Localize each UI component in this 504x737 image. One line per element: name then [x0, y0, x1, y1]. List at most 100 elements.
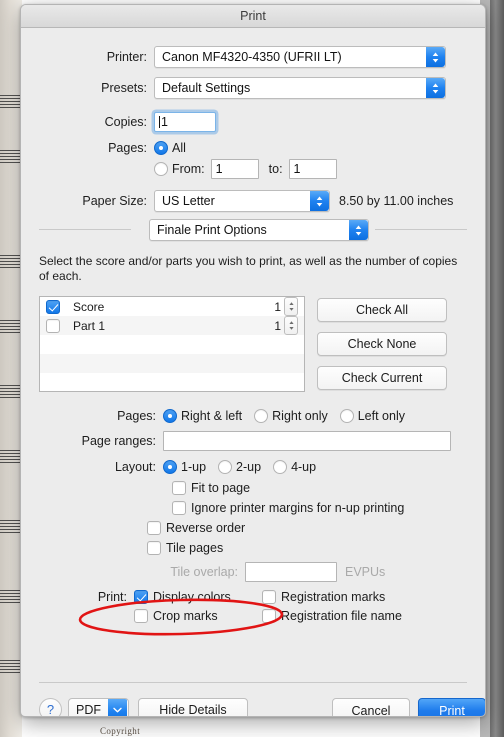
part-copies-stepper[interactable]	[284, 297, 298, 316]
up-down-chevron-icon[interactable]	[426, 47, 445, 67]
printer-row: Printer: Canon MF4320-4350 (UFRII LT)	[21, 46, 485, 68]
pages-to-value: 1	[293, 162, 301, 176]
radio-indicator	[339, 409, 354, 423]
page-sides-label: Pages:	[117, 409, 156, 423]
paper-size-select[interactable]: US Letter	[154, 190, 330, 212]
page-sides-right-left-radio[interactable]: Right & left	[163, 409, 242, 423]
document-scrollbar[interactable]	[490, 0, 504, 737]
chevron-down-icon[interactable]	[108, 699, 127, 716]
hide-details-button[interactable]: Hide Details	[138, 698, 248, 716]
reverse-order-checkbox[interactable]: Reverse order	[147, 521, 245, 535]
page-ranges-input[interactable]	[163, 431, 451, 451]
check-current-label: Check Current	[341, 371, 423, 385]
pages-range-radio[interactable]: From:	[154, 162, 205, 176]
part-checkbox[interactable]	[46, 299, 60, 314]
part-checkbox[interactable]	[46, 318, 60, 333]
check-current-button[interactable]: Check Current	[317, 366, 447, 390]
pages-to-label: to:	[268, 162, 283, 176]
page-sides-option-label: Right & left	[181, 409, 243, 423]
pages-to-input[interactable]: 1	[288, 159, 337, 179]
paper-size-row: Paper Size: US Letter 8.50 by 11.00 inch…	[21, 190, 485, 212]
dialog-footer: ? PDF Hide Details Cancel Print	[21, 682, 485, 717]
staff-lines	[0, 255, 20, 270]
radio-indicator	[218, 460, 233, 474]
checkbox-indicator	[134, 590, 148, 604]
display-colors-checkbox[interactable]: Display colors	[134, 590, 262, 604]
page-sides-left-only-radio[interactable]: Left only	[339, 409, 405, 423]
text-caret	[159, 116, 160, 128]
tile-pages-checkbox[interactable]: Tile pages	[147, 541, 223, 555]
radio-indicator	[163, 460, 177, 474]
presets-label: Presets:	[101, 81, 147, 95]
checkbox-indicator	[134, 609, 148, 623]
pane-selector-row: Finale Print Options	[21, 218, 485, 241]
radio-indicator	[154, 141, 168, 155]
part-copies-stepper[interactable]	[284, 316, 298, 335]
check-all-button[interactable]: Check All	[317, 298, 447, 322]
cancel-button[interactable]: Cancel	[332, 698, 410, 716]
printer-select[interactable]: Canon MF4320-4350 (UFRII LT)	[154, 46, 446, 68]
copies-value: 1	[161, 115, 168, 129]
pages-label: Pages:	[108, 141, 147, 155]
dialog-title: Print	[240, 9, 266, 23]
paper-size-label: Paper Size:	[82, 194, 147, 208]
registration-file-name-checkbox[interactable]: Registration file name	[262, 609, 402, 623]
copies-input[interactable]: 1	[154, 112, 216, 132]
part-copies-value: 1	[274, 299, 281, 314]
print-button[interactable]: Print	[418, 698, 485, 717]
pages-from-input[interactable]: 1	[210, 159, 259, 179]
list-item-empty	[40, 335, 304, 354]
printer-value: Canon MF4320-4350 (UFRII LT)	[162, 50, 342, 64]
layout-option-label: 2-up	[236, 460, 262, 474]
tile-overlap-input[interactable]	[245, 562, 337, 582]
layout-2up-radio[interactable]: 2-up	[218, 460, 261, 474]
checkbox-indicator	[147, 521, 161, 535]
pages-all-row: Pages: All	[21, 141, 485, 155]
copies-label: Copies:	[104, 115, 147, 129]
list-item[interactable]: Part 1 1	[40, 316, 304, 335]
crop-marks-checkbox[interactable]: Crop marks	[134, 609, 262, 623]
reverse-order-label: Reverse order	[166, 521, 246, 535]
presets-row: Presets: Default Settings	[21, 77, 485, 99]
checkbox-indicator	[262, 590, 276, 604]
pages-all-radio[interactable]: All	[154, 141, 186, 155]
list-item[interactable]: Score 1	[40, 297, 304, 316]
checkbox-indicator	[172, 481, 186, 495]
pane-description: Select the score and/or parts you wish t…	[39, 254, 458, 283]
print-dialog: Print Printer: Canon MF4320-4350 (UFRII …	[20, 4, 486, 717]
page-sides-option-label: Right only	[272, 409, 328, 423]
paper-size-value: US Letter	[162, 194, 215, 208]
document-copyright-text: Copyright	[100, 726, 141, 736]
check-none-label: Check None	[347, 337, 417, 351]
tile-overlap-label: Tile overlap:	[170, 565, 238, 579]
parts-listbox[interactable]: Score 1 Part 1 1	[39, 296, 305, 392]
dialog-titlebar: Print	[21, 5, 485, 28]
staff-lines	[0, 450, 20, 465]
list-item-empty	[40, 354, 304, 373]
staff-lines	[0, 660, 20, 675]
fit-to-page-checkbox[interactable]: Fit to page	[172, 481, 250, 495]
up-down-chevron-icon[interactable]	[310, 191, 329, 211]
page-sides-right-only-radio[interactable]: Right only	[254, 409, 328, 423]
staff-lines	[0, 590, 20, 605]
copies-row: Copies: 1	[21, 112, 485, 132]
pane-select[interactable]: Finale Print Options	[149, 219, 369, 241]
pdf-button[interactable]: PDF	[68, 698, 129, 716]
print-label: Print	[439, 703, 465, 717]
radio-indicator	[254, 409, 269, 423]
layout-label: Layout:	[114, 460, 156, 474]
ignore-margins-checkbox[interactable]: Ignore printer margins for n-up printing	[172, 501, 404, 515]
list-item-empty	[40, 373, 304, 392]
help-button[interactable]: ?	[39, 698, 62, 716]
check-none-button[interactable]: Check None	[317, 332, 447, 356]
layout-4up-radio[interactable]: 4-up	[273, 460, 316, 474]
registration-marks-checkbox[interactable]: Registration marks	[262, 590, 385, 604]
crop-marks-label: Crop marks	[153, 609, 218, 623]
layout-1up-radio[interactable]: 1-up	[163, 460, 206, 474]
registration-file-name-label: Registration file name	[281, 609, 402, 623]
staff-lines	[0, 520, 20, 535]
pages-all-label: All	[172, 141, 186, 155]
up-down-chevron-icon[interactable]	[349, 220, 368, 240]
up-down-chevron-icon[interactable]	[426, 78, 445, 98]
presets-select[interactable]: Default Settings	[154, 77, 446, 99]
